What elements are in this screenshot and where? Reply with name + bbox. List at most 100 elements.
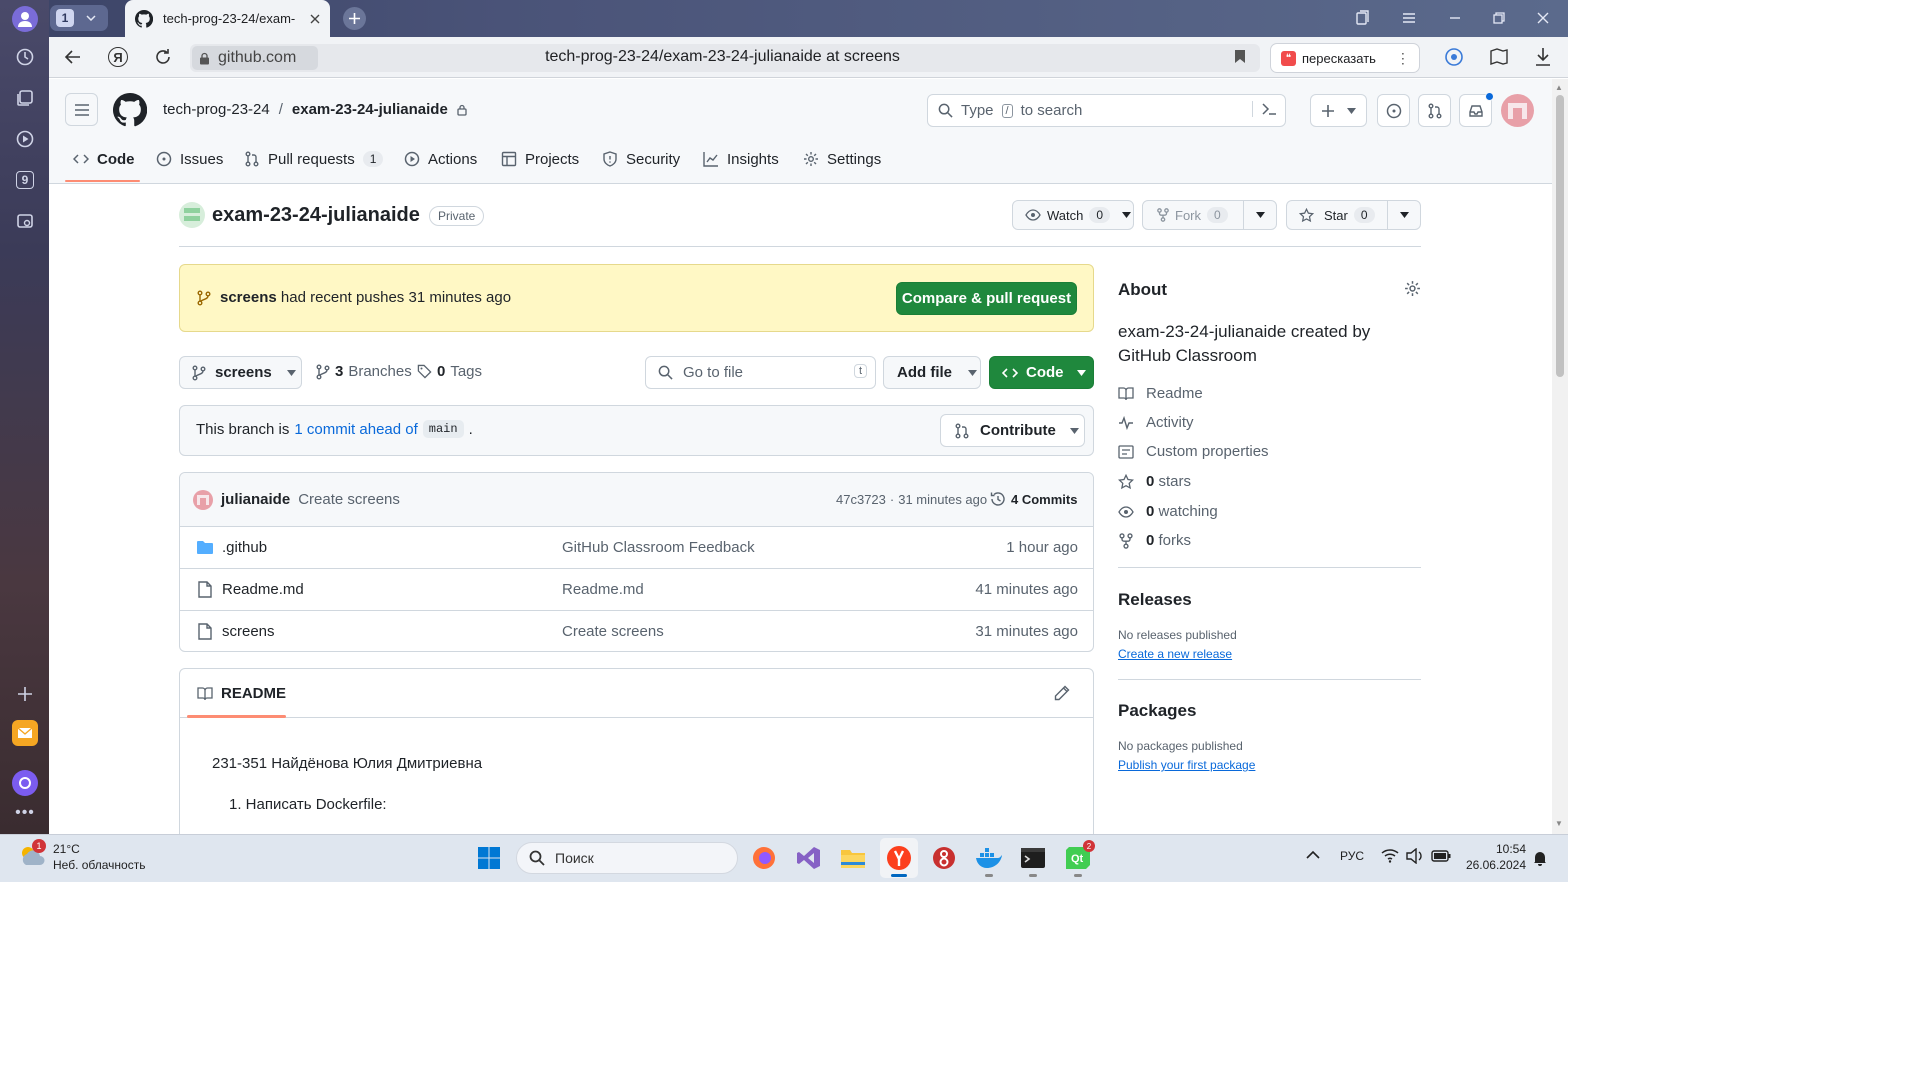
ahead-link[interactable]: 1 commit ahead of [294, 421, 417, 438]
edit-readme-icon[interactable] [1054, 685, 1070, 701]
contribute-button[interactable]: Contribute [940, 414, 1085, 447]
wifi-icon[interactable] [1381, 848, 1399, 863]
bookmark-icon[interactable] [1234, 49, 1246, 64]
alice-icon[interactable] [12, 770, 38, 796]
commit-author-avatar[interactable] [193, 490, 213, 510]
qt-creator-icon[interactable]: Qt 2 [1063, 840, 1095, 873]
close-tab-icon[interactable] [310, 14, 320, 24]
file-name[interactable]: screens [222, 623, 275, 640]
tab-group-button[interactable]: 1 [50, 5, 108, 31]
commit-author[interactable]: julianaide [221, 491, 290, 508]
readme-tab[interactable]: README [197, 685, 286, 702]
code-button[interactable]: Code [989, 356, 1094, 389]
about-readme-link[interactable]: Readme [1118, 385, 1203, 402]
file-name[interactable]: Readme.md [222, 581, 304, 598]
tab-projects[interactable]: Projects [501, 150, 579, 168]
hamburger-menu-button[interactable] [65, 93, 98, 126]
packages-title[interactable]: Packages [1118, 701, 1196, 721]
reload-icon[interactable] [154, 48, 172, 66]
weather-description[interactable]: Неб. облачность [53, 858, 145, 872]
weather-icon[interactable]: 1 [18, 839, 46, 869]
tags-link[interactable]: 0 Tags [417, 363, 482, 380]
menu-icon[interactable] [1401, 10, 1417, 26]
tab-insights[interactable]: Insights [703, 150, 779, 168]
terminal-icon[interactable] [1018, 843, 1048, 873]
about-settings-gear-icon[interactable] [1404, 280, 1421, 297]
scroll-up-icon[interactable]: ▲ [1555, 83, 1563, 92]
branches-link[interactable]: 3 Branches [316, 363, 412, 380]
app-9-icon[interactable]: 9 [12, 167, 38, 193]
create-release-link[interactable]: Create a new release [1118, 647, 1232, 661]
commit-hash[interactable]: 47c3723 [836, 492, 886, 507]
publish-package-link[interactable]: Publish your first package [1118, 758, 1255, 772]
star-dropdown[interactable] [1387, 201, 1421, 229]
add-panel-icon[interactable] [12, 681, 38, 707]
command-palette-icon[interactable] [1252, 101, 1277, 117]
volume-icon[interactable] [1406, 848, 1424, 864]
yandex-icon[interactable]: Я [108, 47, 128, 67]
table-row[interactable]: screens Create screens 31 minutes ago [180, 610, 1094, 652]
about-forks-link[interactable]: 0 forks [1118, 532, 1191, 549]
tab-settings[interactable]: Settings [803, 150, 881, 168]
download-icon[interactable] [1535, 47, 1551, 67]
tab-security[interactable]: Security [602, 150, 680, 168]
tab-issues[interactable]: Issues [156, 150, 223, 168]
go-to-file-input[interactable]: Go to file t [645, 356, 876, 389]
file-commit-message[interactable]: Create screens [562, 623, 664, 640]
battery-icon[interactable] [1431, 850, 1451, 862]
back-icon[interactable] [64, 48, 82, 66]
reader-icon[interactable] [1489, 47, 1509, 67]
about-stars-link[interactable]: 0 stars [1118, 473, 1191, 490]
table-row[interactable]: .github GitHub Classroom Feedback 1 hour… [180, 526, 1094, 568]
new-tab-button[interactable] [343, 7, 366, 30]
commits-history-link[interactable]: 4 Commits [990, 491, 1077, 507]
commit-message[interactable]: Create screens [298, 491, 400, 508]
file-name[interactable]: .github [222, 539, 267, 556]
tab-code[interactable]: Code [73, 150, 135, 168]
clock-time[interactable]: 10:54 [1462, 842, 1526, 856]
file-commit-message[interactable]: Readme.md [562, 581, 644, 598]
star-button[interactable]: Star 0 [1286, 200, 1421, 230]
fork-button[interactable]: Fork 0 [1142, 200, 1277, 230]
video-icon[interactable] [12, 126, 38, 152]
profile-icon[interactable] [12, 6, 38, 32]
page-scrollbar[interactable]: ▲ ▼ [1552, 79, 1568, 834]
history-icon[interactable] [12, 44, 38, 70]
fork-dropdown[interactable] [1243, 201, 1277, 229]
scrollbar-thumb[interactable] [1556, 95, 1564, 377]
git-extension-icon[interactable] [929, 843, 959, 873]
branch-selector[interactable]: screens [179, 356, 302, 389]
firefox-icon[interactable] [749, 843, 779, 873]
create-new-button[interactable] [1310, 94, 1367, 127]
compare-pull-request-button[interactable]: Compare & pull request [896, 282, 1077, 315]
bookmarks-panel-icon[interactable] [1355, 10, 1371, 26]
collections-icon[interactable] [12, 85, 38, 111]
more-icon[interactable]: ••• [12, 800, 38, 826]
protect-icon[interactable] [1443, 46, 1465, 68]
avatar[interactable] [1501, 94, 1534, 127]
issues-header-button[interactable] [1377, 94, 1410, 127]
about-activity-link[interactable]: Activity [1118, 414, 1194, 431]
releases-title[interactable]: Releases [1118, 590, 1192, 610]
close-window-icon[interactable] [1535, 10, 1551, 26]
taskbar-search[interactable]: Поиск [516, 842, 738, 874]
site-info-chip[interactable]: github.com [192, 46, 318, 70]
docker-icon[interactable] [974, 843, 1004, 873]
table-row[interactable]: Readme.md Readme.md 41 minutes ago [180, 568, 1094, 610]
add-file-button[interactable]: Add file [883, 356, 981, 389]
about-custom-properties-link[interactable]: Custom properties [1118, 443, 1269, 460]
owner-link[interactable]: tech-prog-23-24 [163, 101, 270, 118]
active-tab[interactable]: tech-prog-23-24/exam- [125, 0, 330, 37]
restore-icon[interactable] [1491, 10, 1507, 26]
windows-start-icon[interactable] [474, 843, 504, 873]
pull-requests-header-button[interactable] [1418, 94, 1451, 127]
clock-date[interactable]: 26.06.2024 [1456, 858, 1526, 872]
github-logo-icon[interactable] [113, 93, 147, 127]
mail-icon[interactable] [12, 720, 38, 746]
yandex-browser-icon[interactable] [884, 843, 914, 873]
keyboard-language[interactable]: РУС [1340, 849, 1364, 863]
tab-pull-requests[interactable]: Pull requests 1 [244, 150, 384, 168]
kebab-icon[interactable]: ⋮ [1396, 50, 1410, 67]
file-commit-message[interactable]: GitHub Classroom Feedback [562, 539, 755, 556]
watch-button[interactable]: Watch 0 [1012, 200, 1134, 230]
